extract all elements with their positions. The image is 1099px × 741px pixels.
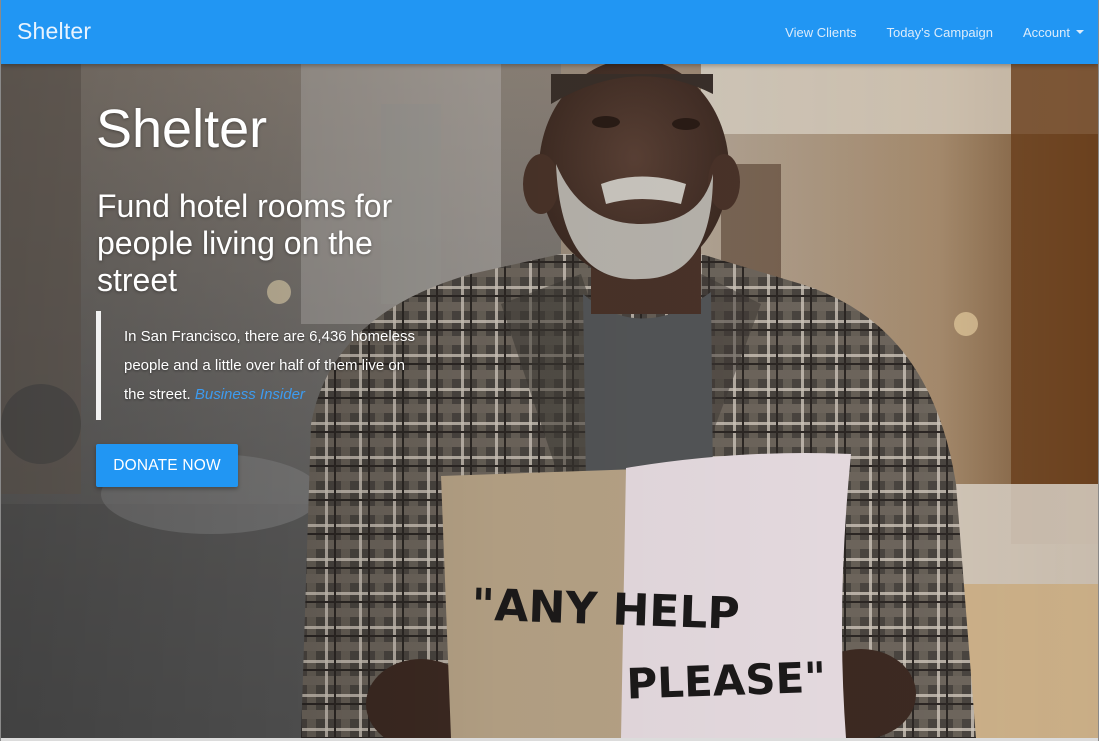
nav-view-clients-link[interactable]: View Clients (785, 25, 856, 40)
nav-view-clients-label: View Clients (785, 24, 857, 40)
caret-down-icon (1076, 30, 1084, 34)
nav-account-label: Account (1023, 24, 1070, 40)
quote-source-link[interactable]: Business Insider (195, 386, 305, 403)
nav-todays-campaign-link[interactable]: Today's Campaign (886, 25, 993, 40)
hero-section: "ANY HELP PLEASE" Shelter Fund hotel roo… (1, 64, 1098, 738)
nav-todays-campaign-label: Today's Campaign (886, 24, 994, 40)
nav-links: View Clients Today's Campaign Account (755, 0, 1084, 64)
hero-quote-blockquote: In San Francisco, there are 6,436 homele… (96, 311, 416, 420)
hero-subtitle: Fund hotel rooms for people living on th… (97, 188, 393, 298)
page: Shelter View Clients Today's Campaign Ac… (0, 0, 1099, 741)
nav-account-dropdown[interactable]: Account (1023, 25, 1084, 40)
hero-title: Shelter (96, 99, 268, 159)
brand-logo-link[interactable]: Shelter (17, 18, 91, 45)
top-navbar: Shelter View Clients Today's Campaign Ac… (1, 0, 1098, 64)
donate-now-button[interactable]: DONATE NOW (96, 444, 238, 487)
